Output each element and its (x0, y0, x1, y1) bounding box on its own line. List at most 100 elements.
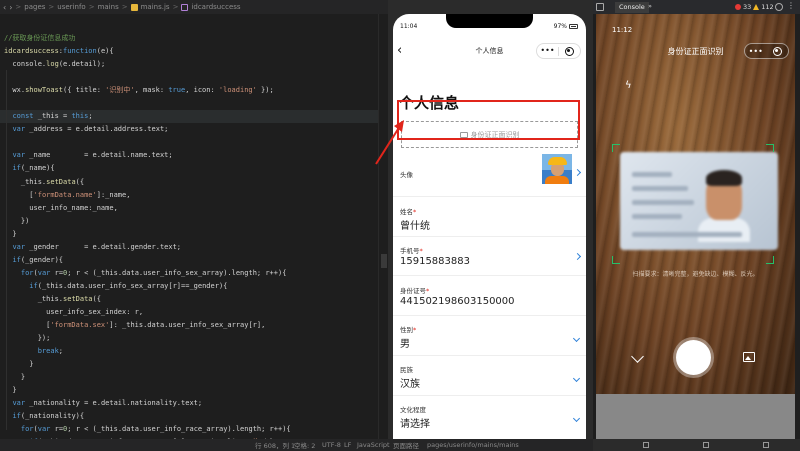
phone-input[interactable]: 15915883883 (400, 256, 470, 267)
forward-nav-icon[interactable]: › (9, 3, 12, 12)
ethnic-select[interactable]: 汉族 (400, 375, 420, 390)
code-line[interactable]: if(_nationality){ (0, 410, 388, 423)
code-token: 'formData.name' (33, 190, 97, 199)
code-line[interactable] (0, 97, 388, 110)
required-mark: * (426, 287, 430, 295)
home-icon[interactable] (703, 442, 709, 448)
encoding[interactable]: UTF-8 (322, 441, 341, 449)
code-token: (e.detail); (58, 60, 106, 69)
camera-close-button[interactable] (767, 46, 789, 56)
more-options-icon[interactable]: ⋮ (787, 1, 795, 10)
code-line[interactable] (0, 136, 388, 149)
inspect-icon[interactable] (596, 3, 604, 11)
form-row-avatar[interactable]: 头像 (393, 151, 586, 197)
editor-scrollbar[interactable] (378, 14, 388, 439)
shutter-button[interactable] (676, 340, 711, 375)
chevron-right-icon (573, 252, 582, 261)
method-symbol-icon (181, 3, 189, 11)
more-tabs-icon[interactable]: » (648, 2, 652, 10)
form-row-idnumber[interactable]: 身份证号* 441502198603150000 (393, 276, 586, 316)
indent-setting[interactable]: 空格: 2 (294, 440, 315, 450)
target-icon (564, 46, 574, 56)
code-token: ; (58, 347, 64, 356)
name-input[interactable]: 曾什统 (400, 217, 430, 232)
code-line[interactable] (0, 71, 388, 84)
simulator-toolbar (593, 439, 800, 451)
more-menu-button[interactable]: ••• (537, 47, 558, 55)
code-token: 'loading' (218, 86, 257, 95)
chevron-right-icon (573, 168, 582, 177)
code-line[interactable]: } (0, 228, 388, 241)
id-number-input[interactable]: 441502198603150000 (400, 296, 515, 307)
settings-gear-icon[interactable] (775, 3, 783, 11)
field-label-text: 姓名 (400, 208, 413, 216)
code-line[interactable]: ['formData.name']:_name, (0, 189, 388, 202)
form-row-ethnic[interactable]: 民族 汉族 (393, 356, 586, 396)
tab-console[interactable]: Console (615, 2, 649, 13)
code-line[interactable]: console.log(e.detail); (0, 58, 388, 71)
form-row-education[interactable]: 文化程度 请选择 (393, 396, 586, 439)
code-line[interactable]: idcardsuccess:function(e){ (0, 45, 388, 58)
gender-select[interactable]: 男 (400, 335, 410, 350)
code-line[interactable]: const _this = this; (0, 110, 388, 124)
close-miniprogram-button[interactable] (559, 46, 580, 56)
code-token: (_nationality){ (20, 412, 85, 421)
scrollbar-thumb[interactable] (381, 254, 387, 268)
code-line[interactable]: for(var r=0; r < (_this.data.user_info_s… (0, 267, 388, 280)
ide-window: ‹ › > pages > userinfo > mains > mains.j… (0, 0, 800, 451)
code-line[interactable]: for(var r=0; r < (_this.data.user_info_r… (0, 423, 388, 436)
code-token: }) (4, 216, 30, 225)
breadcrumb-symbol[interactable]: idcardsuccess (191, 3, 240, 11)
code-line[interactable]: var _nationality = e.detail.nationality.… (0, 397, 388, 410)
code-editor[interactable]: ‹ › > pages > userinfo > mains > mains.j… (0, 0, 388, 451)
code-line[interactable]: user_info_name:_name, (0, 202, 388, 215)
form-row-name[interactable]: 姓名* 曾什统 (393, 197, 586, 237)
code-line[interactable]: wx.showToast({ title: '识别中', mask: true,… (0, 84, 388, 97)
code-text-area[interactable]: //获取身份证信息成功 idcardsuccess:function(e){ co… (0, 14, 388, 439)
field-label: 身份证号* (400, 285, 429, 295)
avatar[interactable] (542, 154, 572, 184)
code-line[interactable]: if(_this.data.user_info_sex_array[r]==_g… (0, 280, 388, 293)
breadcrumb-pages[interactable]: pages (24, 3, 45, 11)
flash-icon[interactable]: ϟ (625, 80, 632, 91)
language-mode[interactable]: JavaScript (357, 441, 390, 449)
phone-notch (446, 14, 533, 28)
code-line[interactable]: _this.setData({ (0, 293, 388, 306)
cursor-position[interactable]: 行 608，列 1 (255, 440, 295, 450)
code-line[interactable]: } (0, 384, 388, 397)
console-counters[interactable]: 33 112 (735, 3, 774, 11)
code-line[interactable]: } (0, 371, 388, 384)
rotate-icon[interactable] (643, 442, 649, 448)
breadcrumb-file[interactable]: mains.js (141, 3, 170, 11)
breadcrumb-mains[interactable]: mains (98, 3, 119, 11)
camera-more-button[interactable]: ••• (745, 47, 767, 56)
screenshot-icon[interactable] (763, 442, 769, 448)
code-line[interactable]: if(_gender){ (0, 254, 388, 267)
code-line[interactable]: var _gender = e.detail.gender.text; (0, 241, 388, 254)
form-row-gender[interactable]: 性别* 男 (393, 316, 586, 356)
code-token: var (37, 268, 51, 277)
code-line[interactable]: //获取身份证信息成功 (0, 32, 388, 45)
form-row-phone[interactable]: 手机号* 15915883883 (393, 237, 586, 276)
code-line[interactable]: user_info_sex_index: r, (0, 306, 388, 319)
education-select[interactable]: 请选择 (400, 415, 430, 430)
code-line[interactable]: _this.setData({ (0, 176, 388, 189)
code-line[interactable]: break; (0, 345, 388, 358)
code-token: }); (4, 334, 51, 343)
code-line[interactable]: } (0, 358, 388, 371)
camera-bottom-area (596, 394, 795, 439)
page-path-label[interactable]: 页面路径 (393, 440, 419, 450)
breadcrumb-separator: > (15, 3, 22, 11)
gallery-icon[interactable] (743, 352, 755, 362)
code-line[interactable]: if(_name){ (0, 162, 388, 175)
back-nav-icon[interactable]: ‹ (3, 3, 6, 12)
breadcrumb-userinfo[interactable]: userinfo (57, 3, 85, 11)
code-line[interactable]: var _address = e.detail.address.text; (0, 123, 388, 136)
code-token: [ (4, 190, 34, 199)
code-line[interactable]: ['formData.sex']: _this.data.user_info_s… (0, 319, 388, 332)
line-ending[interactable]: LF (344, 441, 351, 449)
code-line[interactable]: var _name = e.detail.name.text; (0, 149, 388, 162)
code-line[interactable]: }) (0, 215, 388, 228)
code-token: _this. (4, 294, 64, 303)
code-line[interactable]: }); (0, 332, 388, 345)
